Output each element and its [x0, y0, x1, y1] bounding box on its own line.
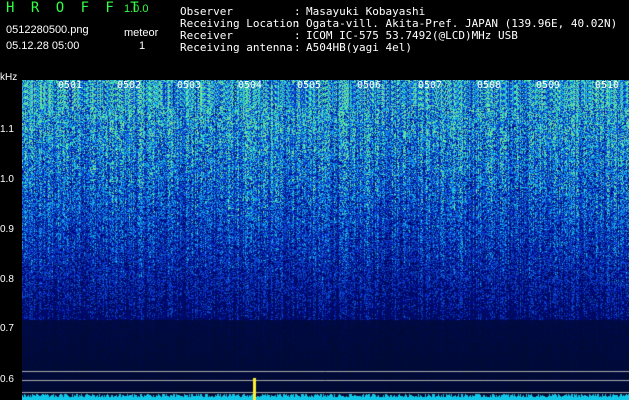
y-tick-1.1: 1.1 [0, 124, 14, 135]
observation-datetime: 05.12.28 05:00 [6, 40, 80, 52]
time-tick-0503: 0503 [177, 80, 202, 91]
y-tick-0.6: 0.6 [0, 374, 14, 385]
time-tick-0508: 0508 [477, 80, 502, 91]
y-tick-0.7: 0.7 [0, 323, 14, 334]
hroft-window: H R O F F T 1.0.0 0512280500.png meteor … [0, 0, 629, 400]
app-brand: H R O F F T [6, 0, 143, 16]
time-tick-0504: 0504 [238, 80, 263, 91]
time-tick-0510: 0510 [595, 80, 620, 91]
time-tick-0507: 0507 [418, 80, 443, 91]
spectrogram [22, 80, 629, 400]
spectrogram-canvas [22, 80, 629, 400]
time-tick-0501: 0501 [58, 80, 83, 91]
time-tick-0509: 0509 [536, 80, 561, 91]
time-tick-0502: 0502 [117, 80, 142, 91]
axis-unit-label: kHz [0, 72, 18, 83]
y-tick-0.8: 0.8 [0, 274, 14, 285]
info-value-antenna: A504HB(yagi 4el) [306, 41, 412, 54]
info-key-antenna: Receiving antenna [180, 41, 293, 54]
y-tick-0.9: 0.9 [0, 224, 14, 235]
meteor-count: 1 [139, 40, 146, 52]
time-tick-0506: 0506 [357, 80, 382, 91]
time-tick-0505: 0505 [297, 80, 322, 91]
y-tick-1.0: 1.0 [0, 174, 14, 185]
meteor-label: meteor [124, 27, 159, 39]
file-name: 0512280500.png [6, 24, 89, 36]
info-colon: : [294, 41, 301, 54]
app-version: 1.0.0 [124, 3, 149, 15]
